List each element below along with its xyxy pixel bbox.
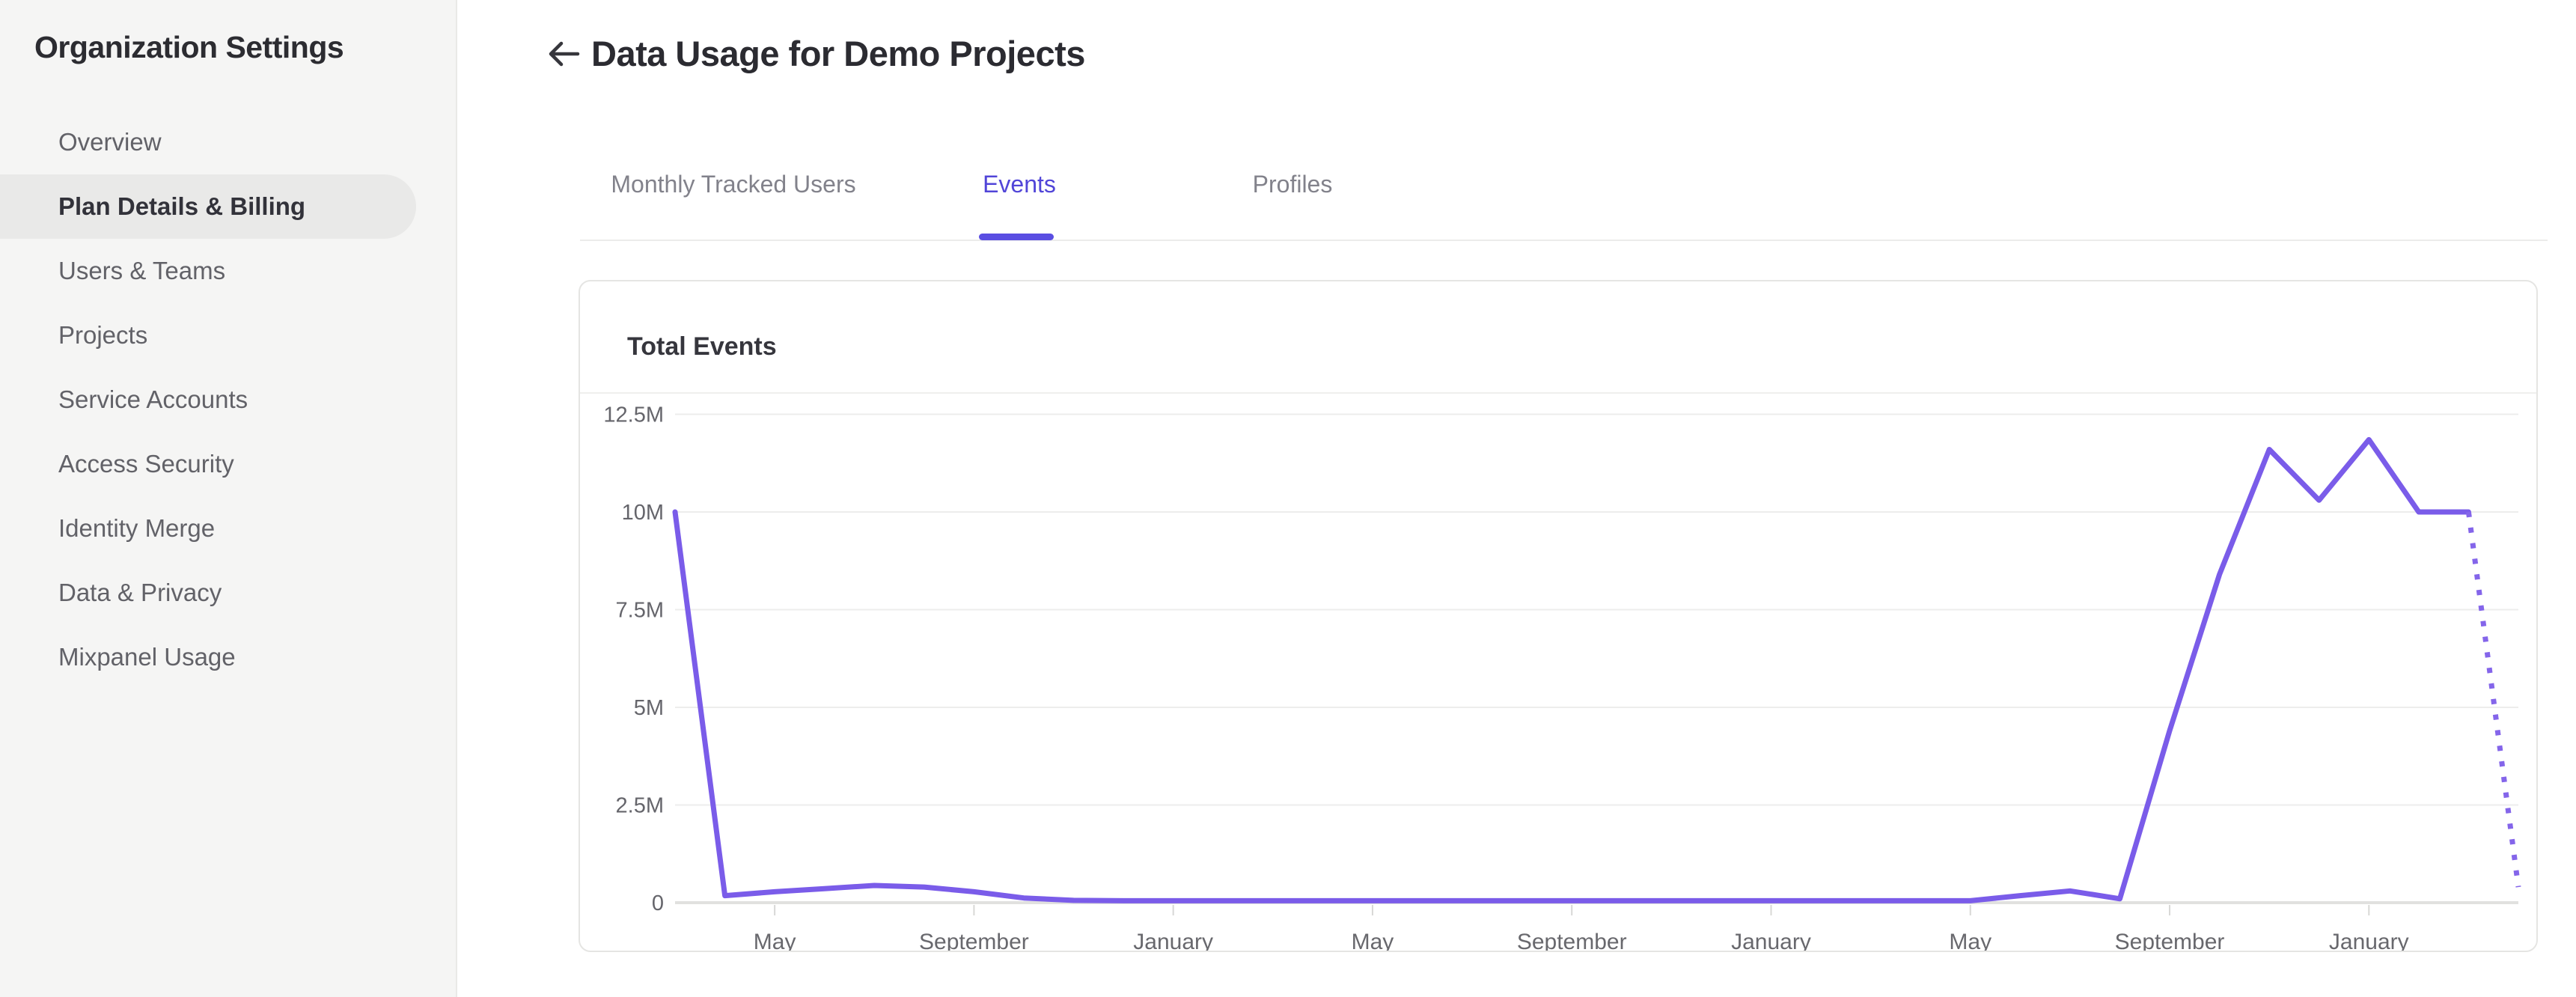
x-axis-label: September	[2115, 930, 2225, 951]
total-events-card: Total Events 12.5M 10M 7.5M 5M 2.5M 0 May Septe…	[579, 280, 2538, 954]
sidebar-item-data-privacy[interactable]: Data & Privacy	[0, 561, 416, 625]
chart-area: 12.5M 10M 7.5M 5M 2.5M 0 May September January Ma…	[580, 394, 2536, 954]
back-button[interactable]	[546, 36, 582, 72]
arrow-left-icon	[549, 41, 580, 67]
tab-bar-divider	[580, 240, 2548, 241]
x-axis-label: January	[2329, 930, 2409, 951]
active-tab-indicator	[979, 234, 1054, 240]
y-axis-label: 5M	[634, 696, 664, 720]
sidebar-item-identity-merge[interactable]: Identity Merge	[0, 496, 416, 561]
sidebar-item-projects[interactable]: Projects	[0, 303, 416, 368]
organization-settings-sidebar: Organization Settings Overview Plan Deta…	[0, 0, 457, 997]
sidebar-item-mixpanel-usage[interactable]: Mixpanel Usage	[0, 625, 416, 689]
tab-events[interactable]: Events	[983, 171, 1056, 198]
sidebar-title: Organization Settings	[34, 30, 344, 64]
y-axis-label: 0	[652, 891, 664, 915]
sidebar-item-plan-details-billing[interactable]: Plan Details & Billing	[0, 174, 416, 239]
x-axis-label: May	[754, 930, 796, 951]
sidebar-nav-list: Overview Plan Details & Billing Users & …	[0, 110, 457, 689]
page-title: Data Usage for Demo Projects	[591, 34, 1085, 73]
y-axis-label: 10M	[622, 501, 664, 525]
y-axis-label: 2.5M	[616, 794, 664, 818]
card-title: Total Events	[627, 332, 777, 361]
x-axis-label: January	[1133, 930, 1213, 951]
y-axis-label: 12.5M	[603, 403, 664, 427]
y-axis-label: 7.5M	[616, 599, 664, 623]
tab-monthly-tracked-users[interactable]: Monthly Tracked Users	[611, 171, 855, 198]
main-content: Data Usage for Demo Projects Monthly Tra…	[459, 0, 2576, 997]
series-line-total-events	[672, 436, 2471, 903]
tab-profiles[interactable]: Profiles	[1253, 171, 1333, 198]
total-events-line-chart: 12.5M 10M 7.5M 5M 2.5M 0 May September January Ma…	[603, 403, 2521, 954]
sidebar-item-service-accounts[interactable]: Service Accounts	[0, 368, 416, 432]
x-axis-label: January	[1731, 930, 1811, 951]
x-axis-label: May	[1352, 930, 1394, 951]
card-header: Total Events	[580, 281, 2536, 394]
x-axis-label: May	[1949, 930, 1991, 951]
sidebar-item-access-security[interactable]: Access Security	[0, 432, 416, 496]
x-axis-label: September	[919, 930, 1029, 951]
x-axis-label: September	[1517, 930, 1627, 951]
series-line-projected	[2465, 511, 2521, 888]
sidebar-item-overview[interactable]: Overview	[0, 110, 416, 174]
sidebar-item-users-teams[interactable]: Users & Teams	[0, 239, 416, 303]
